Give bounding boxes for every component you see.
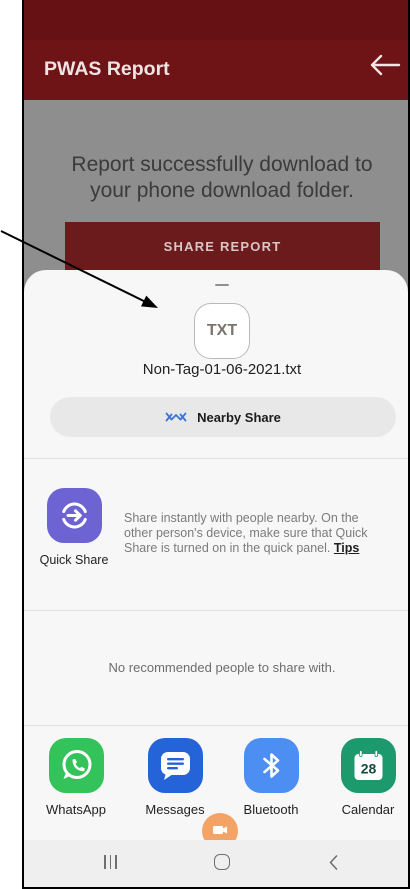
tips-link[interactable]: Tips <box>334 541 359 555</box>
app-bluetooth[interactable]: Bluetooth <box>233 738 309 820</box>
recent-apps-bar <box>109 855 112 869</box>
app-whatsapp[interactable]: WhatsApp <box>38 738 114 820</box>
drag-handle-icon[interactable] <box>215 284 229 286</box>
divider <box>24 610 408 611</box>
back-chevron <box>329 854 338 870</box>
quick-share-description: Share instantly with people nearby. On t… <box>124 511 374 556</box>
divider <box>24 725 408 726</box>
quick-share-arrow <box>66 509 82 522</box>
download-message-line-1: Report successfully download to <box>71 153 373 176</box>
messages-line <box>166 762 184 765</box>
video-body <box>213 826 223 834</box>
calendar-glyph: 28 <box>354 750 382 780</box>
whatsapp-glyph <box>62 750 91 779</box>
quick-share-glyph <box>62 502 87 529</box>
calendar-ring <box>358 750 362 757</box>
calendar-day: 28 <box>360 761 376 777</box>
back-icon[interactable] <box>329 854 338 870</box>
app-label: WhatsApp <box>46 802 106 817</box>
back-button[interactable] <box>369 52 401 78</box>
arrow-left-icon[interactable] <box>369 53 401 77</box>
file-name: Non-Tag-01-06-2021.txt <box>142 361 302 378</box>
share-report-button[interactable]: SHARE REPORT <box>65 222 380 272</box>
whatsapp-bubble-tail <box>63 771 71 779</box>
calendar-icon[interactable]: 28 <box>340 738 396 793</box>
no-recommended-people-message: No recommended people to share with. <box>108 660 336 675</box>
quick-share-icon[interactable] <box>47 488 102 543</box>
download-message-line-2: your phone download folder. <box>90 179 354 202</box>
file-type-label: TXT <box>206 322 238 339</box>
messages-line <box>166 758 184 761</box>
messages-icon[interactable] <box>147 738 203 793</box>
arrow-left-shape <box>370 54 401 76</box>
messages-line <box>166 767 178 770</box>
status-bar <box>24 0 408 40</box>
recent-apps-bar <box>104 855 106 869</box>
bluetooth-glyph <box>262 753 279 778</box>
messages-glyph <box>160 752 190 780</box>
recent-apps-icon[interactable] <box>104 855 117 869</box>
bluetooth-rune <box>262 753 279 778</box>
app-label: Calendar <box>341 802 395 817</box>
app-label: Bluetooth <box>243 802 299 817</box>
share-sheet: TXT Non-Tag-01-06-2021.txt Nearby Share … <box>24 270 408 887</box>
nearby-share-button[interactable]: Nearby Share <box>50 397 396 437</box>
app-bar: PWAS Report <box>24 40 408 100</box>
quick-share-label: Quick Share <box>39 553 109 567</box>
divider <box>24 458 408 459</box>
nearby-share-icon <box>165 412 187 422</box>
navigation-bar <box>24 840 408 887</box>
nearby-share-label: Nearby Share <box>197 409 281 425</box>
bluetooth-icon[interactable] <box>243 738 299 793</box>
calendar-ring <box>374 750 378 757</box>
phone-screen: PWAS Report Report successfully download… <box>22 0 410 889</box>
file-type-icon: TXT <box>194 303 250 359</box>
quick-share-description-text: Share instantly with people nearby. On t… <box>124 511 368 555</box>
app-calendar[interactable]: 28 Calendar <box>330 738 406 820</box>
app-title: PWAS Report <box>44 58 170 80</box>
whatsapp-icon[interactable] <box>48 738 104 793</box>
app-messages[interactable]: Messages <box>137 738 213 820</box>
video-lens <box>223 826 227 834</box>
whatsapp-phone <box>71 759 85 772</box>
home-icon[interactable] <box>214 854 230 870</box>
recent-apps-bar <box>115 855 117 869</box>
